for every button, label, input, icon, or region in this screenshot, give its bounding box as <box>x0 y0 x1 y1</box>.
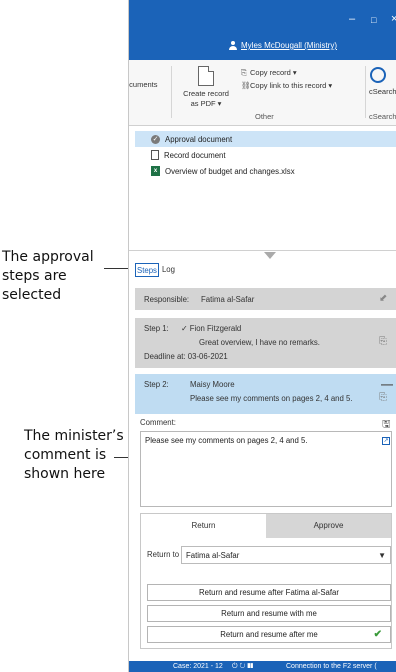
return-resume-after-responsible-button[interactable]: Return and resume after Fatima al-Safar <box>147 584 391 601</box>
document-name: Overview of budget and changes.xlsx <box>165 166 295 176</box>
minimize-button[interactable]: – <box>349 13 355 25</box>
in-progress-icon: — <box>381 377 393 391</box>
status-icons: ⏻ ↻ ❚❚ <box>232 663 254 670</box>
app-window: – □ × Myles McDougall (Ministry) ocument… <box>128 0 396 672</box>
pane-divider <box>129 250 396 251</box>
ribbon-separator <box>365 66 366 118</box>
user-icon <box>229 41 237 50</box>
tab-log[interactable]: Log <box>161 263 176 277</box>
ribbon-separator <box>171 66 172 118</box>
approval-step-1: Step 1: ✓ Fion Fitzgerald Great overview… <box>135 318 396 368</box>
csearch-button[interactable]: cSearch <box>369 66 396 96</box>
option-label: Return and resume after me <box>220 630 318 639</box>
step-comment: Great overview, I have no remarks. <box>199 338 320 347</box>
return-resume-after-me-button[interactable]: Return and resume after me ✔ <box>147 626 391 643</box>
pdf-icon <box>198 66 214 86</box>
return-to-label: Return to <box>147 550 180 559</box>
checkmark-icon: ✔ <box>373 629 382 640</box>
step-comment: Please see my comments on pages 2, 4 and… <box>190 394 353 403</box>
csearch-icon <box>370 67 386 83</box>
ribbon-group-other: Other <box>255 112 274 121</box>
csearch-label: cSearch <box>369 87 396 96</box>
step-deadline: Deadline at: 03-06-2021 <box>144 352 228 361</box>
status-connection: Connection to the F2 server ( <box>286 663 377 670</box>
document-name: Record document <box>164 150 226 160</box>
action-tabs: Return Approve <box>141 514 391 538</box>
tab-steps[interactable]: Steps <box>135 263 159 277</box>
approval-step-2: Step 2: Maisy Moore Please see my commen… <box>135 374 396 414</box>
responsible-value: Fatima al-Safar <box>201 295 255 304</box>
tab-approve[interactable]: Approve <box>266 514 391 538</box>
comment-label: Comment: <box>140 418 176 427</box>
copy-link-button[interactable]: ⛓Copy link to this record ▾ <box>241 79 332 92</box>
option-label: Return and resume with me <box>221 609 317 618</box>
ribbon: ocuments Create record as PDF ▾ ⎘ Copy re… <box>129 60 396 126</box>
maximize-button[interactable]: □ <box>371 15 376 25</box>
copy-link-label: Copy link to this record ▾ <box>250 81 333 90</box>
expand-icon[interactable]: ↗ <box>382 437 390 445</box>
annotation-steps: The approval steps are selected <box>2 249 94 303</box>
excel-icon: x <box>151 166 160 176</box>
status-bar: Case: 2021 - 12 ⏻ ↻ ❚❚ Connection to the… <box>129 661 396 672</box>
link-icon: ⛓ <box>241 81 251 90</box>
ribbon-documents-button[interactable]: ocuments <box>129 80 158 89</box>
responsible-label: Responsible: <box>144 295 190 304</box>
chevron-down-icon: ▼ <box>378 551 386 560</box>
action-panel: Return Approve Return to Fatima al-Safar… <box>140 513 392 649</box>
comment-textarea[interactable]: Please see my comments on pages 2, 4 and… <box>140 431 392 507</box>
copy-icon[interactable]: ⎘ <box>379 392 387 403</box>
title-bar: – □ × Myles McDougall (Ministry) <box>129 0 396 60</box>
copy-record-label: Copy record ▾ <box>250 68 297 77</box>
ribbon-group-csearch: cSearch <box>369 112 396 121</box>
return-arrow-icon[interactable]: ⬋ <box>379 293 387 304</box>
step-approver-name: Fion Fitzgerald <box>189 324 242 333</box>
return-to-value: Fatima al-Safar <box>186 551 240 560</box>
list-item[interactable]: ✓ Approval document <box>135 131 396 147</box>
responsible-row: Responsible: Fatima al-Safar ⬋ <box>135 288 396 310</box>
status-case: Case: 2021 - 12 <box>173 663 223 670</box>
document-name: Approval document <box>165 134 233 144</box>
return-to-select[interactable]: Fatima al-Safar ▼ <box>181 546 391 564</box>
create-pdf-label: Create record as PDF ▾ <box>183 89 229 108</box>
splitter-handle-icon[interactable] <box>264 252 276 259</box>
create-pdf-button[interactable]: Create record as PDF ▾ <box>181 66 231 109</box>
step-label: Step 2: <box>144 380 169 389</box>
copy-icon: ⎘ <box>241 68 247 77</box>
annotation-comment: The minister’s comment is shown here <box>24 428 124 482</box>
return-to-row: Return to Fatima al-Safar ▼ <box>141 546 391 564</box>
list-item[interactable]: x Overview of budget and changes.xlsx <box>135 163 396 179</box>
copy-commands: ⎘ Copy record ▾ ⛓Copy link to this record… <box>241 66 332 92</box>
user-menu[interactable]: Myles McDougall (Ministry) <box>229 41 337 50</box>
document-list: ✓ Approval document Record document x Ov… <box>135 131 396 179</box>
return-resume-with-me-button[interactable]: Return and resume with me <box>147 605 391 622</box>
option-label: Return and resume after Fatima al-Safar <box>199 588 339 597</box>
copy-record-button[interactable]: ⎘ Copy record ▾ <box>241 66 332 79</box>
check-circle-icon: ✓ <box>181 324 190 333</box>
step-label: Step 1: <box>144 324 169 333</box>
check-circle-icon: ✓ <box>151 134 160 144</box>
tab-return[interactable]: Return <box>141 514 266 538</box>
document-icon <box>151 150 159 160</box>
detail-tabs: Steps Log <box>135 263 176 277</box>
close-button[interactable]: × <box>391 13 396 25</box>
user-name-link[interactable]: Myles McDougall (Ministry) <box>241 41 337 50</box>
copy-icon[interactable]: ⎘ <box>379 336 387 347</box>
step-approver: ✓ Fion Fitzgerald <box>181 324 241 333</box>
list-item[interactable]: Record document <box>135 147 396 163</box>
step-approver-name: Maisy Moore <box>190 380 235 389</box>
